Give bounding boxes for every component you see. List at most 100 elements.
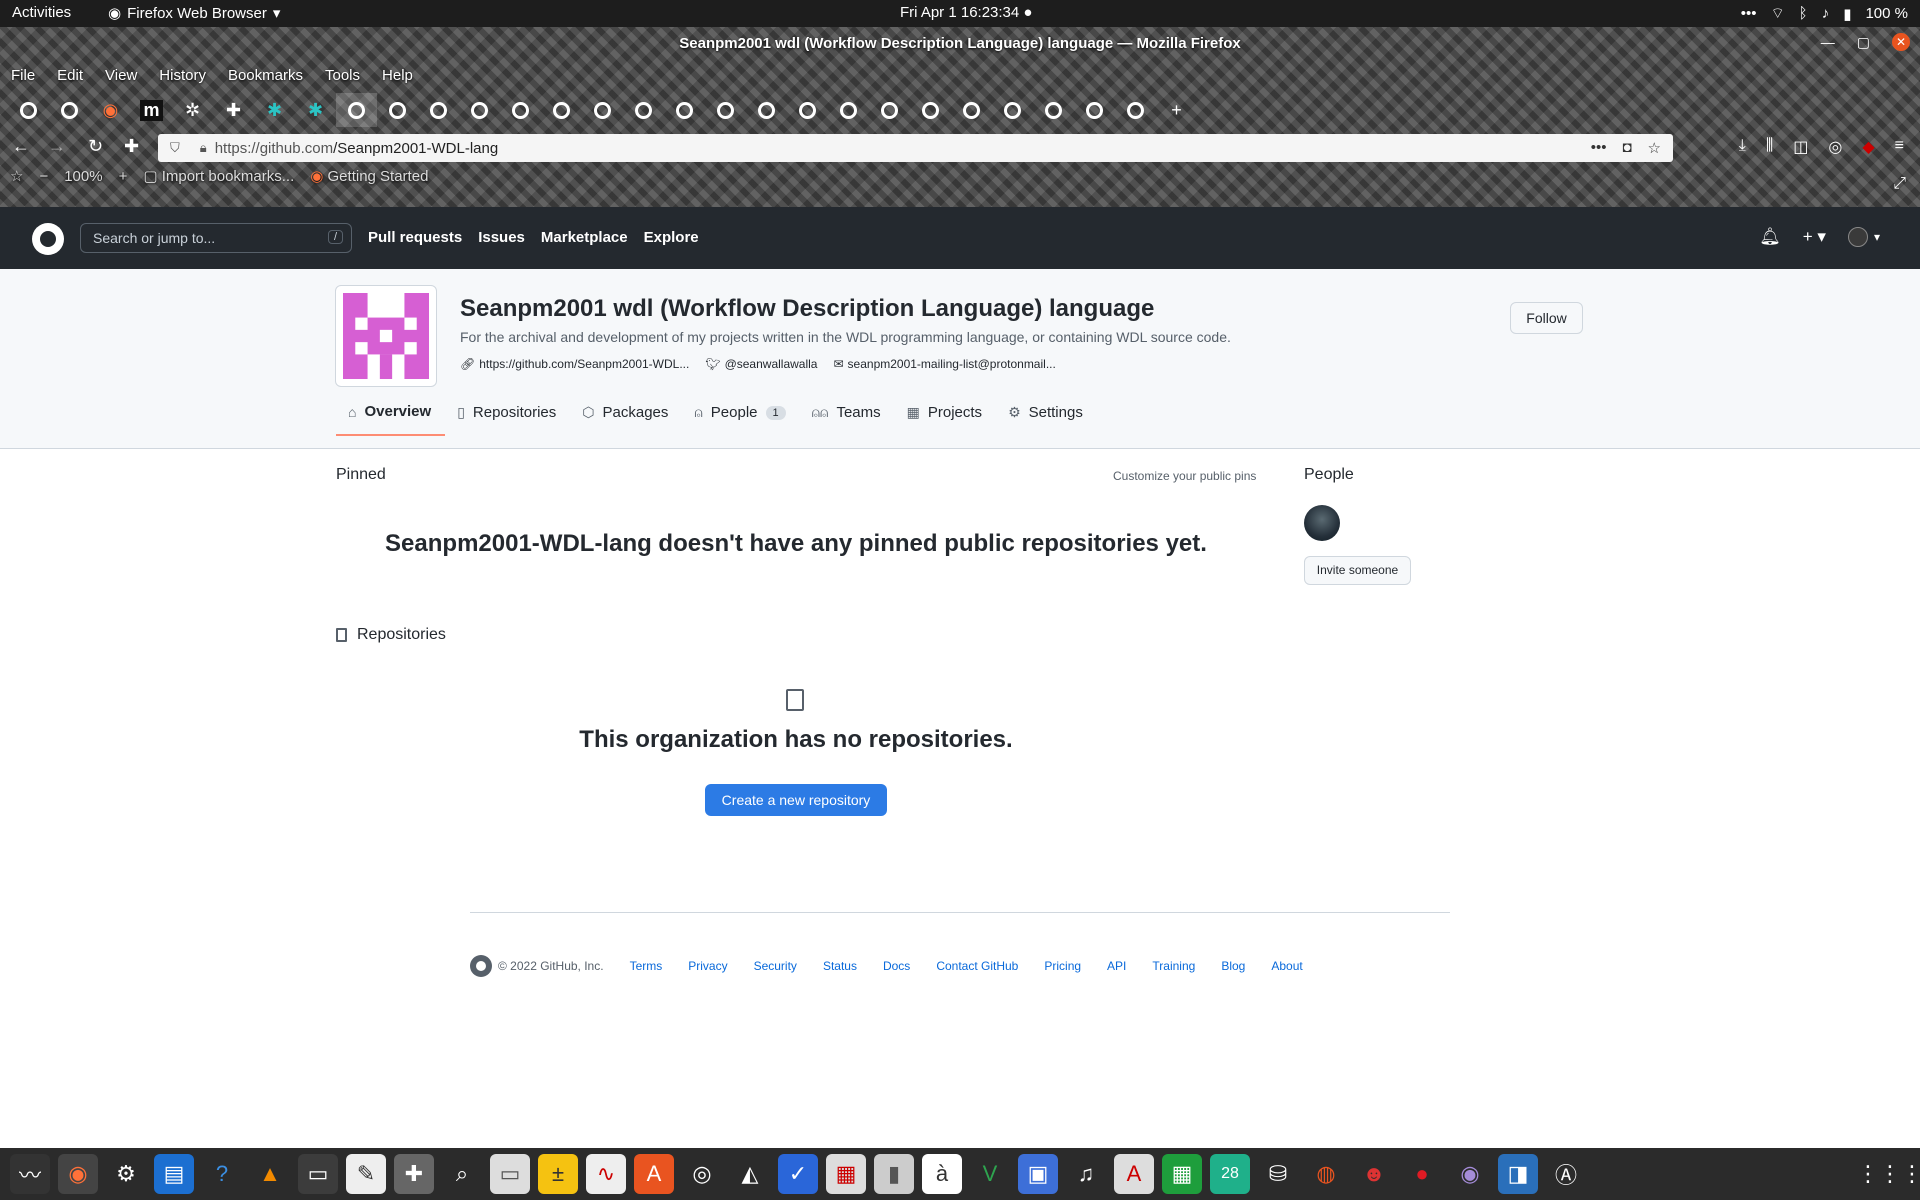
nav-marketplace[interactable]: Marketplace (541, 229, 628, 246)
invite-button[interactable]: Invite someone (1304, 556, 1411, 585)
ublock-icon[interactable]: ◆ (1862, 137, 1874, 157)
bookmark-import[interactable]: ▢ Import bookmarks... (143, 167, 294, 185)
tab-packages[interactable]: ⬡ Packages (570, 403, 682, 436)
todo-icon[interactable]: ✓ (778, 1154, 818, 1194)
tab-github-3[interactable] (377, 93, 418, 127)
text-editor-icon[interactable]: ✎ (346, 1154, 386, 1194)
github-logo-icon[interactable] (470, 955, 492, 977)
zoom-in-icon[interactable]: + (119, 168, 128, 185)
tab-settings[interactable]: ⚙ Settings (996, 403, 1097, 436)
app-grid-icon[interactable]: ⋮⋮⋮ (1857, 1154, 1920, 1194)
follow-button[interactable]: Follow (1510, 302, 1583, 334)
sidebar-icon[interactable]: ◫ (1793, 137, 1808, 157)
disk-icon[interactable]: ◎ (682, 1154, 722, 1194)
terminal-icon[interactable]: ▭ (298, 1154, 338, 1194)
extensions-icon[interactable]: ✚ (124, 136, 139, 157)
footer-link-api[interactable]: API (1107, 959, 1126, 973)
menu-bookmarks[interactable]: Bookmarks (217, 67, 314, 84)
archive-icon[interactable]: ▮ (874, 1154, 914, 1194)
nav-pull-requests[interactable]: Pull requests (368, 229, 462, 246)
ubuntu-icon[interactable]: ◍ (1306, 1154, 1346, 1194)
footer-link-pricing[interactable]: Pricing (1044, 959, 1081, 973)
firefox-icon[interactable]: ◉ (58, 1154, 98, 1194)
create-repository-button[interactable]: Create a new repository (705, 784, 887, 816)
menu-help[interactable]: Help (371, 67, 424, 84)
minimize-button[interactable]: — (1821, 34, 1835, 50)
tab-github-18[interactable] (992, 93, 1033, 127)
tab-github-16[interactable] (910, 93, 951, 127)
back-icon[interactable]: ← (12, 136, 30, 157)
calculator-icon[interactable]: ± (538, 1154, 578, 1194)
alert-icon[interactable]: ● (1402, 1154, 1442, 1194)
updater-icon[interactable]: Ⓐ (1546, 1154, 1586, 1194)
nav-issues[interactable]: Issues (478, 229, 525, 246)
tab-projects[interactable]: ▦ Projects (895, 403, 996, 436)
org-website[interactable]: 🔗︎ https://github.com/Seanpm2001-WDL... (460, 357, 689, 371)
inkscape-icon[interactable]: ◭ (730, 1154, 770, 1194)
bookmark-star-icon[interactable]: ☆ (1648, 139, 1661, 157)
tab-github-17[interactable] (951, 93, 992, 127)
tab-github-10[interactable] (664, 93, 705, 127)
account-icon[interactable]: ◎ (1828, 137, 1842, 157)
tab-github-2[interactable] (49, 93, 90, 127)
menu-tools[interactable]: Tools (314, 67, 371, 84)
maximize-button[interactable]: ▢ (1857, 34, 1870, 51)
tab-people[interactable]: ⍝ People 1 (682, 403, 799, 436)
footer-link-status[interactable]: Status (823, 959, 857, 973)
zoom-level[interactable]: 100% (64, 168, 102, 185)
tab-github-13[interactable] (787, 93, 828, 127)
system-monitor-icon[interactable]: 〰 (10, 1154, 50, 1194)
create-new-icon[interactable]: + ▾ (1803, 227, 1826, 247)
user-menu[interactable]: ▾ (1847, 227, 1880, 247)
forward-icon[interactable]: → (48, 136, 66, 157)
gimp-icon[interactable]: ⛁ (1258, 1154, 1298, 1194)
library-icon[interactable]: ⫼ (1766, 137, 1773, 157)
footer-link-about[interactable]: About (1271, 959, 1302, 973)
vim-icon[interactable]: V (970, 1154, 1010, 1194)
help-icon[interactable]: ? (202, 1154, 242, 1194)
close-button[interactable]: ✕ (1892, 33, 1910, 51)
pdf-icon[interactable]: A (1114, 1154, 1154, 1194)
tab-github-5[interactable] (459, 93, 500, 127)
search-input[interactable]: Search or jump to... / (80, 223, 352, 253)
reload-icon[interactable]: ↻ (88, 136, 103, 157)
settings-icon[interactable]: ⚙ (106, 1154, 146, 1194)
tab-teal-1[interactable]: ✱ (254, 93, 295, 127)
footer-link-training[interactable]: Training (1152, 959, 1195, 973)
tab-github-11[interactable] (705, 93, 746, 127)
tab-github-6[interactable] (500, 93, 541, 127)
files-icon[interactable]: ▭ (490, 1154, 530, 1194)
webcam-icon[interactable]: ◉ (1450, 1154, 1490, 1194)
spreadsheet-icon[interactable]: ▦ (1162, 1154, 1202, 1194)
screen-icon[interactable]: ▣ (1018, 1154, 1058, 1194)
tab-github-8[interactable] (582, 93, 623, 127)
hamburger-menu-icon[interactable]: ≡ (1895, 137, 1904, 157)
game-icon[interactable]: ☻ (1354, 1154, 1394, 1194)
image-viewer-icon[interactable]: ⌕ (442, 1154, 482, 1194)
tab-firefox[interactable]: ◉ (90, 93, 131, 127)
tab-teal-2[interactable]: ✱ (295, 93, 336, 127)
tab-github-9[interactable] (623, 93, 664, 127)
calendar-icon[interactable]: 28 (1210, 1154, 1250, 1194)
font-icon[interactable]: à (922, 1154, 962, 1194)
footer-link-security[interactable]: Security (754, 959, 797, 973)
tab-github-19[interactable] (1033, 93, 1074, 127)
chart-icon[interactable]: ∿ (586, 1154, 626, 1194)
vlc-icon[interactable]: ▲ (250, 1154, 290, 1194)
avatar[interactable] (1304, 505, 1340, 541)
more-icon[interactable]: ••• (1591, 139, 1607, 157)
bell-icon[interactable]: 🔔︎ (1759, 227, 1781, 247)
tab-github-active[interactable] (336, 93, 377, 127)
fullscreen-icon[interactable]: ⤢ (1893, 175, 1906, 193)
tab-repositories[interactable]: ▯ Repositories (445, 403, 570, 436)
menu-edit[interactable]: Edit (46, 67, 94, 84)
footer-link-blog[interactable]: Blog (1221, 959, 1245, 973)
clock[interactable]: Fri Apr 1 16:23:34 ● (900, 4, 1032, 21)
bookmark-getting-started[interactable]: ◉ Getting Started (310, 167, 428, 185)
tab-m[interactable]: m (131, 93, 172, 127)
tab-github-4[interactable] (418, 93, 459, 127)
bookmark-icon[interactable]: ☆ (10, 167, 23, 185)
tab-github-15[interactable] (869, 93, 910, 127)
new-tab-button[interactable]: + (1156, 93, 1197, 127)
tab-overview[interactable]: ⌂ Overview (336, 403, 446, 436)
